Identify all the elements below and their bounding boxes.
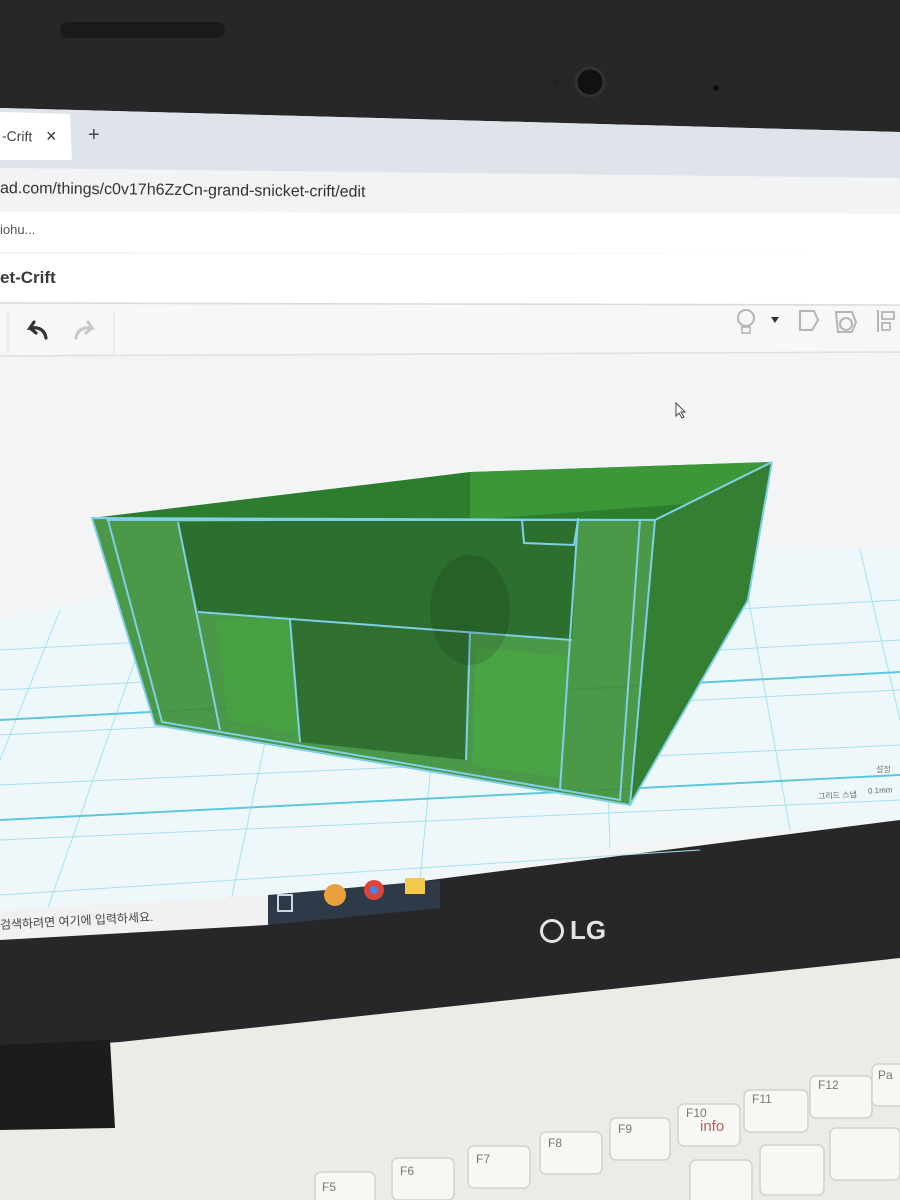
key-f6: F6 <box>400 1164 415 1178</box>
app-header <box>0 254 900 304</box>
brand-name: LG <box>570 915 607 945</box>
close-icon[interactable]: × <box>46 126 57 147</box>
design-title[interactable]: et-Crift <box>0 268 56 288</box>
app-icon[interactable] <box>324 884 346 906</box>
folder-icon[interactable] <box>405 878 425 894</box>
bookmark-item[interactable]: iohu... <box>0 222 35 237</box>
hinge <box>0 1040 115 1130</box>
mic-dot <box>713 85 719 91</box>
bezel-notch <box>60 22 225 38</box>
sensor-dot <box>553 79 559 85</box>
edit-grid-label[interactable]: 설정 <box>876 764 891 775</box>
brand-logo: LG <box>540 915 606 946</box>
webcam-icon <box>574 66 606 98</box>
url-field[interactable]: ad.com/things/c0v17h6ZzCn-grand-snicket-… <box>0 180 366 202</box>
key-pause: Pa <box>878 1068 893 1082</box>
bookmarks-bar <box>0 212 900 254</box>
screen-reflection <box>430 555 510 665</box>
grid-snap-label: 그리드 스냅 <box>817 789 858 802</box>
grid-snap-value[interactable]: 0.1mm <box>868 785 893 795</box>
lg-logo-icon <box>540 918 564 943</box>
key-f10-info: info <box>700 1118 725 1135</box>
tab-title[interactable]: -Crift <box>2 128 33 145</box>
toolbar <box>0 305 900 356</box>
key-f12: F12 <box>818 1078 839 1092</box>
key-f5: F5 <box>322 1180 337 1194</box>
key-f9: F9 <box>618 1122 633 1136</box>
key-f8: F8 <box>548 1136 563 1150</box>
key-f11: F11 <box>752 1092 772 1106</box>
key-f7: F7 <box>476 1152 491 1166</box>
new-tab-button[interactable]: + <box>88 124 100 147</box>
